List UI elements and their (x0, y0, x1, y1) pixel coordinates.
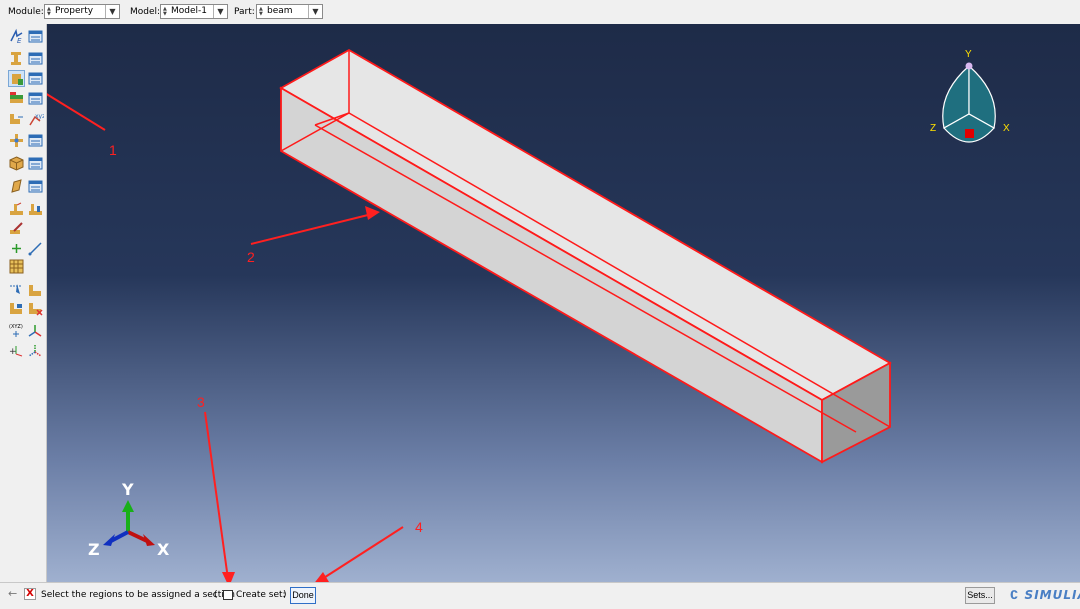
profile-manager-icon[interactable]: xyz (27, 111, 44, 128)
module-value: Property (55, 6, 94, 16)
close-paren: ) (283, 590, 287, 600)
datum-point-icon[interactable] (8, 240, 25, 257)
rotate-csys-icon[interactable] (27, 342, 44, 359)
create-set-label: Create set: (236, 590, 286, 600)
mesh-part-icon[interactable] (8, 300, 25, 317)
open-paren: ( (214, 590, 218, 600)
chevron-down-icon[interactable]: ▼ (105, 5, 119, 18)
query-icon[interactable] (27, 282, 44, 299)
annotation-label-1: 1 (109, 142, 117, 158)
part-value: beam (267, 6, 293, 16)
previous-step-icon[interactable]: ← (8, 588, 20, 600)
create-section-icon[interactable] (8, 50, 25, 67)
module-select[interactable]: ▲ ▼ Property ▼ (44, 4, 120, 19)
section-assignment-manager-icon[interactable] (27, 70, 44, 87)
material-manager-icon[interactable] (27, 28, 44, 45)
prompt-message: Select the regions to be assigned a sect… (41, 590, 235, 600)
module-label: Module: (8, 7, 44, 17)
create-profile-icon[interactable] (8, 111, 25, 128)
triad-y-label: Y (121, 480, 134, 499)
part-select[interactable]: ▲ ▼ beam ▼ (256, 4, 323, 19)
create-stringer-icon[interactable] (8, 178, 25, 195)
model-select[interactable]: ▲ ▼ Model-1 ▼ (160, 4, 228, 19)
annotation-arrow-1 (47, 93, 106, 131)
svg-text:E: E (17, 37, 22, 45)
create-material-icon[interactable]: E (8, 28, 25, 45)
section-manager-icon[interactable] (27, 50, 44, 67)
ds-logo-icon: ∁ (1010, 588, 1020, 602)
svg-text:xyz: xyz (35, 113, 44, 120)
view-cube-x-label: X (1003, 123, 1010, 134)
beam-partition-line (314, 124, 857, 433)
triad-x-label: X (157, 540, 170, 559)
view-cube-y-label: Y (965, 49, 972, 60)
assign-material-orientation-icon[interactable] (27, 90, 44, 107)
prompt-area: ← X Select the regions to be assigned a … (0, 582, 1080, 609)
special-manager-icon[interactable] (27, 201, 44, 218)
spin-arrows-icon: ▲ ▼ (259, 6, 263, 17)
beam-partition-line (348, 112, 891, 428)
coordinate-triad: Y X Z (88, 480, 170, 559)
chevron-down-icon[interactable]: ▼ (308, 5, 322, 18)
annotation-arrow-2 (250, 206, 380, 245)
annotation-arrow-4 (315, 526, 404, 582)
spin-arrows-icon: ▲ ▼ (163, 6, 167, 17)
scene-canvas: 1 2 3 4 Y Z X Y X Z (47, 48, 1010, 582)
annotation-label-2: 2 (247, 249, 255, 265)
beam-top-face[interactable] (279, 48, 892, 402)
coordinate-axes-icon[interactable] (27, 322, 44, 339)
graphics-viewport[interactable]: 1 2 3 4 Y Z X Y X Z (47, 24, 1080, 582)
done-button[interactable]: Done (290, 587, 316, 604)
edit-tool-icon[interactable] (8, 220, 25, 237)
spin-arrows-icon: ▲ ▼ (47, 6, 51, 17)
partition-icon[interactable] (8, 282, 25, 299)
create-composite-layup-icon[interactable] (8, 132, 25, 149)
part-label: Part: (234, 7, 255, 17)
context-toolbar: Module: ▲ ▼ Property ▼ Model: ▲ ▼ Model-1 … (0, 0, 1080, 25)
delete-feature-icon[interactable] (27, 300, 44, 317)
create-skin-icon[interactable] (8, 155, 25, 172)
chevron-down-icon[interactable]: ▼ (213, 5, 227, 18)
stringer-manager-icon[interactable] (27, 178, 44, 195)
view-cube[interactable]: Y Z X (930, 49, 1010, 143)
sets-button[interactable]: Sets... (965, 587, 995, 604)
transform-icon[interactable]: + (8, 342, 25, 359)
special-icon[interactable] (8, 201, 25, 218)
annotation-arrow-3 (204, 411, 235, 582)
datum-plane-icon[interactable] (8, 258, 25, 275)
model-value: Model-1 (171, 6, 207, 16)
skin-manager-icon[interactable] (27, 155, 44, 172)
cancel-procedure-icon[interactable]: X (24, 588, 36, 600)
svg-text:+: + (9, 347, 17, 357)
beam-side-face[interactable] (280, 86, 823, 464)
toolbox: E xyz (XYZ) + (0, 24, 47, 582)
datum-csys-icon[interactable]: (XYZ) (8, 322, 25, 339)
create-set-checkbox[interactable] (223, 590, 233, 600)
simulia-logo-text: SIMULIA (1024, 588, 1080, 602)
simulia-logo: ∁ SIMULIA (1010, 588, 1080, 602)
composite-layup-manager-icon[interactable] (27, 132, 44, 149)
assign-section-icon[interactable] (8, 70, 25, 87)
annotation-label-4: 4 (415, 519, 423, 535)
datum-axis-icon[interactable] (27, 240, 44, 257)
model-label: Model: (130, 7, 161, 17)
svg-text:(XYZ): (XYZ) (9, 324, 23, 330)
assign-beam-orientation-icon[interactable] (8, 90, 25, 107)
view-cube-z-label: Z (930, 123, 936, 134)
triad-z-label: Z (88, 540, 100, 559)
annotation-label-3: 3 (197, 394, 205, 410)
